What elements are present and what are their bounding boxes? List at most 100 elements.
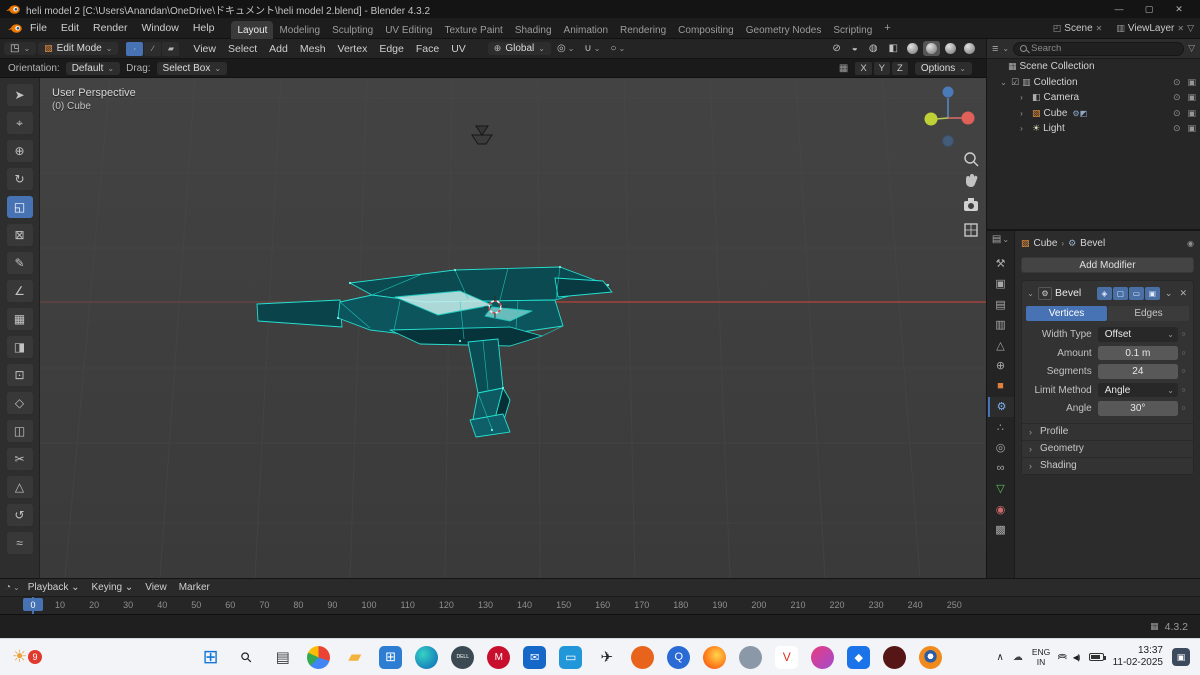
timeline-menu[interactable]: Playback ⌄ bbox=[22, 582, 86, 593]
taskbar-icon-airplane[interactable]: ✈ bbox=[595, 646, 618, 669]
workspace-tab[interactable]: Scripting bbox=[827, 21, 878, 39]
modifier-display-toggle-on-cage[interactable]: ◈ bbox=[1096, 286, 1112, 300]
tool-transform[interactable]: ⊠ bbox=[6, 224, 33, 246]
header-toggle-toggle-xray[interactable]: ◧ bbox=[885, 43, 902, 54]
notification-center-icon[interactable]: ▣ bbox=[1172, 648, 1190, 666]
tool-extrude-region[interactable]: ◨ bbox=[6, 336, 33, 358]
disable-render-icon[interactable]: ▣ bbox=[1187, 77, 1196, 88]
taskbar-icon-record-app[interactable] bbox=[883, 645, 907, 669]
topbar-menu[interactable]: Render bbox=[86, 22, 134, 34]
animate-dot-icon[interactable]: ○ bbox=[1178, 331, 1189, 338]
tool-add-cube[interactable]: ▦ bbox=[6, 308, 33, 330]
properties-tab-world[interactable]: ⊕ bbox=[988, 356, 1014, 377]
outliner-row-cube[interactable]: › ▧ Cube ⚙◩ ⊙ ▣ bbox=[987, 106, 1200, 122]
gizmo-y-axis[interactable] bbox=[924, 112, 938, 126]
properties-tab-render[interactable]: ▣ bbox=[988, 274, 1014, 295]
clock[interactable]: 13:37 11-02-2025 bbox=[1113, 645, 1163, 670]
workspace-tab[interactable]: Sculpting bbox=[326, 21, 379, 39]
workspace-tab[interactable]: Animation bbox=[558, 21, 614, 39]
header-tool-pivot-point[interactable]: ◎ ⌄ bbox=[553, 43, 578, 54]
outliner-item-label[interactable]: Collection bbox=[1034, 77, 1078, 88]
tool-measure[interactable]: ∠ bbox=[6, 280, 33, 302]
modifier-section[interactable]: › Shading bbox=[1022, 456, 1193, 474]
viewport-menu[interactable]: UV bbox=[445, 43, 472, 55]
workspace-tab[interactable]: Compositing bbox=[672, 21, 740, 39]
properties-tab-material[interactable]: ◉ bbox=[988, 499, 1014, 520]
viewport-menu[interactable]: Vertex bbox=[332, 43, 374, 55]
properties-tab-particles[interactable]: ∴ bbox=[988, 417, 1014, 438]
viewport-menu[interactable]: Mesh bbox=[294, 43, 332, 55]
taskbar-icon-edge[interactable] bbox=[415, 645, 439, 669]
taskbar-icon-photos[interactable]: ◆ bbox=[847, 645, 871, 669]
header-toggle-show-gizmo[interactable]: ◒ bbox=[848, 43, 862, 54]
editor-type-button[interactable]: ◳ ⌄ bbox=[4, 42, 37, 55]
disable-render-icon[interactable]: ▣ bbox=[1187, 108, 1196, 119]
tool-cursor-3d[interactable]: ⌖ bbox=[6, 112, 33, 134]
workspace-tab[interactable]: UV Editing bbox=[379, 21, 438, 39]
disable-render-icon[interactable]: ▣ bbox=[1187, 123, 1196, 134]
header-tool-proportional-editing[interactable]: ○ ⌄ bbox=[606, 43, 629, 54]
properties-tab-output[interactable]: ▤ bbox=[988, 294, 1014, 315]
outliner-row-camera[interactable]: › ◧ Camera ⊙ ▣ bbox=[987, 90, 1200, 106]
taskbar-icon-start[interactable]: ⊞ bbox=[199, 646, 222, 669]
hide-eye-icon[interactable]: ⊙ bbox=[1173, 123, 1181, 134]
timeline-menu[interactable]: Marker bbox=[173, 582, 216, 593]
navigation-gizmo[interactable] bbox=[924, 86, 975, 147]
timeline-editor-icon[interactable]: ◔ bbox=[5, 582, 11, 593]
viewlayer-filter-icon[interactable]: ▽ bbox=[1187, 23, 1194, 34]
taskbar-icon-folder-yellow[interactable]: ▰ bbox=[343, 646, 366, 669]
timeline-menu[interactable]: Keying ⌄ bbox=[85, 582, 139, 593]
tool-smooth[interactable]: ≈ bbox=[6, 532, 33, 554]
gizmo-x-axis[interactable] bbox=[961, 111, 975, 125]
modifier-extras-icon[interactable]: ⌄ bbox=[1163, 288, 1175, 299]
pan-hand-icon[interactable] bbox=[966, 174, 978, 187]
outliner-editor-icon[interactable]: ≡ bbox=[992, 43, 998, 55]
modifier-section[interactable]: › Profile bbox=[1022, 422, 1193, 440]
field-value[interactable]: Angle ⌄ bbox=[1097, 382, 1178, 398]
outliner-search[interactable] bbox=[1013, 41, 1185, 56]
outliner-search-input[interactable] bbox=[1031, 43, 1178, 54]
orientation-default-dropdown[interactable]: Default ⌄ bbox=[65, 61, 121, 75]
transform-orientation-dropdown[interactable]: ⊕ Global ⌄ bbox=[487, 42, 551, 55]
taskbar-icon-folder-dark[interactable]: ▤ bbox=[271, 646, 294, 669]
select-mode-edge[interactable]: ∕ bbox=[144, 41, 162, 56]
properties-editor-icon[interactable]: ▤ ⌄ bbox=[992, 234, 1009, 245]
viewport-3d[interactable]: User Perspective (0) Cube bbox=[40, 78, 986, 578]
properties-tab-modifiers[interactable]: ⚙ bbox=[987, 396, 1014, 417]
breadcrumb-modifier[interactable]: Bevel bbox=[1080, 238, 1105, 249]
taskbar-icon-pink-app[interactable] bbox=[811, 645, 835, 669]
animate-dot-icon[interactable]: ○ bbox=[1178, 368, 1189, 375]
taskbar-icon-v-app[interactable]: V bbox=[775, 645, 799, 669]
tool-poly-build[interactable]: △ bbox=[6, 476, 33, 498]
properties-tab-tool[interactable]: ⚒ bbox=[988, 253, 1014, 274]
properties-tab-scene[interactable]: △ bbox=[988, 335, 1014, 356]
tool-loop-cut[interactable]: ◫ bbox=[6, 420, 33, 442]
animate-dot-icon[interactable]: ○ bbox=[1178, 387, 1189, 394]
viewport-menu[interactable]: View bbox=[187, 43, 222, 55]
viewport-menu[interactable]: Select bbox=[222, 43, 263, 55]
bevel-affect-tab[interactable]: Vertices bbox=[1026, 306, 1107, 321]
workspace-tab[interactable]: Layout bbox=[231, 20, 274, 39]
add-workspace-button[interactable]: + bbox=[878, 19, 896, 37]
field-value[interactable]: 0.1 m ⌄ bbox=[1097, 345, 1178, 361]
viewlayer-unlink-icon[interactable]: ✕ bbox=[1177, 24, 1184, 33]
tray-chevron-icon[interactable]: ∧ bbox=[997, 652, 1004, 663]
outliner-filter-icon[interactable]: ▽ bbox=[1188, 43, 1195, 54]
taskbar-icon-outlook[interactable]: ✉ bbox=[523, 645, 547, 669]
outliner-item-label[interactable]: Cube bbox=[1044, 108, 1068, 119]
tool-tweak-select[interactable]: ➤ bbox=[6, 84, 33, 106]
outliner-item-label[interactable]: Light bbox=[1043, 123, 1065, 134]
tool-spin[interactable]: ↺ bbox=[6, 504, 33, 526]
breadcrumb-object[interactable]: Cube bbox=[1034, 238, 1058, 249]
field-value[interactable]: 30° ⌄ bbox=[1097, 401, 1178, 416]
header-toggle-show-object-types[interactable]: ⊘ bbox=[828, 43, 844, 54]
checkbox-icon[interactable]: ☑ bbox=[1011, 77, 1019, 88]
viewport-menu[interactable]: Edge bbox=[373, 43, 410, 55]
properties-tab-object[interactable]: ■ bbox=[988, 376, 1014, 397]
properties-tab-constraints[interactable]: ∞ bbox=[988, 458, 1014, 479]
topbar-menu[interactable]: Window bbox=[134, 22, 185, 34]
camera-view-icon[interactable] bbox=[964, 198, 978, 211]
language-switcher[interactable]: ENG IN bbox=[1032, 647, 1050, 667]
workspace-tab[interactable]: Geometry Nodes bbox=[740, 21, 828, 39]
disable-render-icon[interactable]: ▣ bbox=[1187, 92, 1196, 103]
